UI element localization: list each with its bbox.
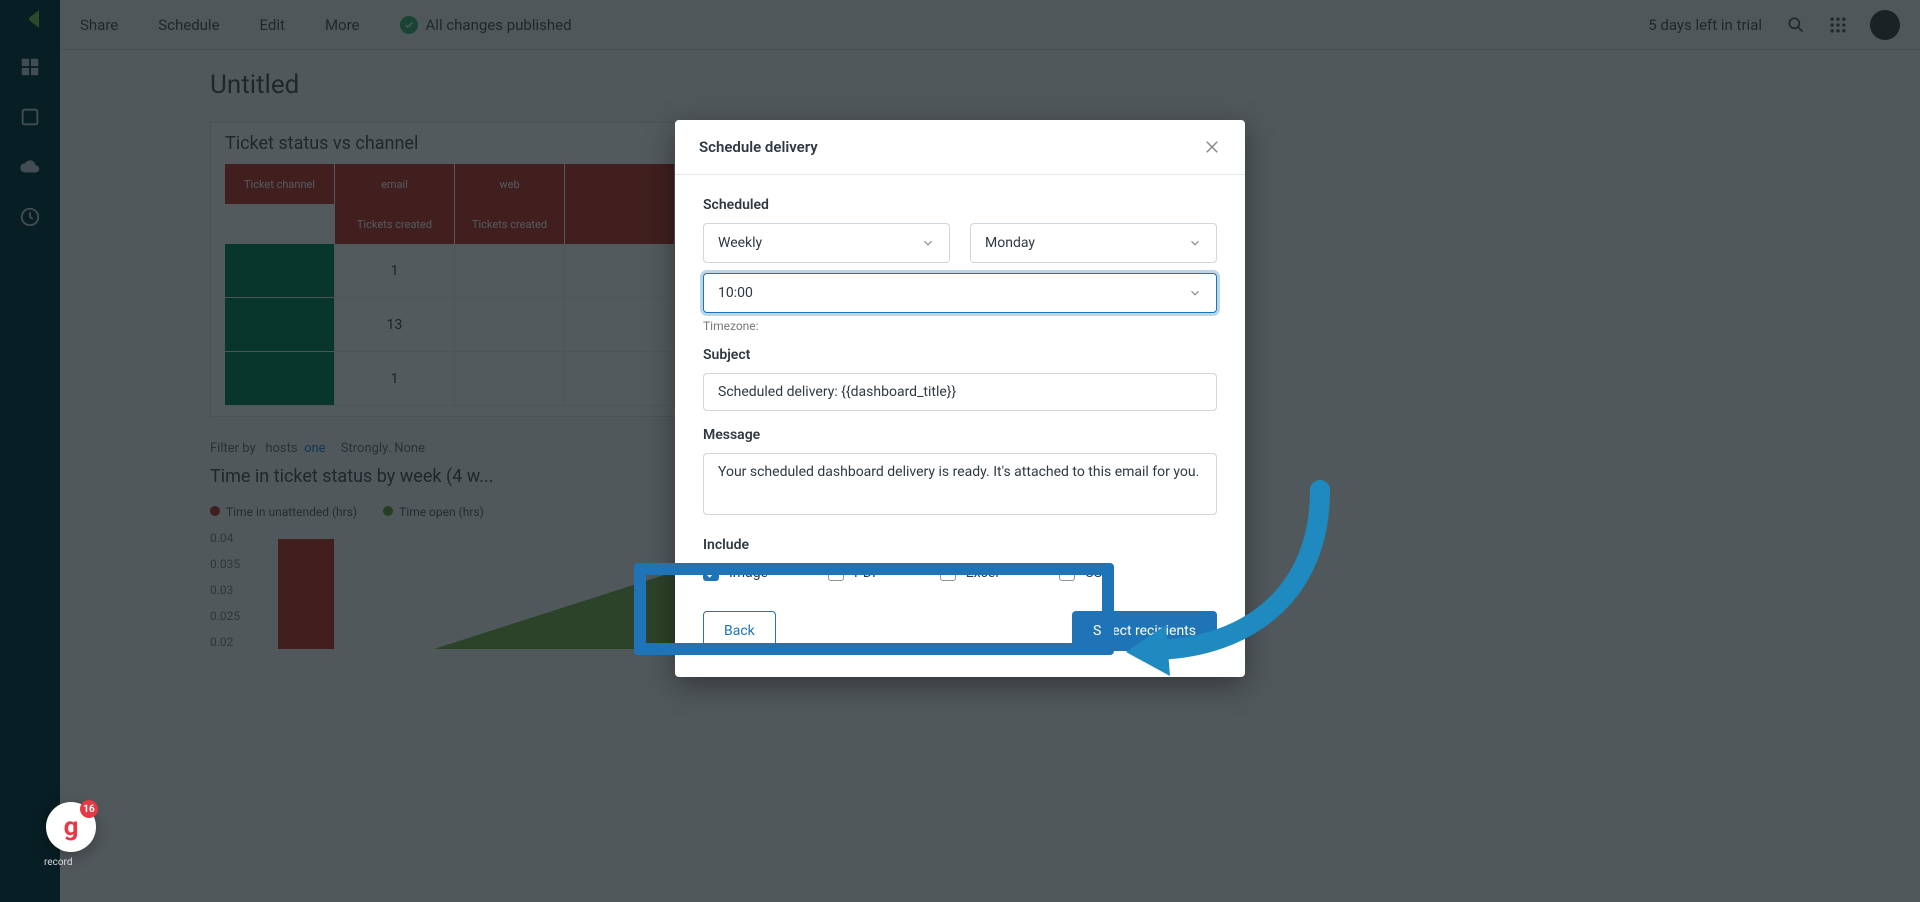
modal-title: Schedule delivery (699, 138, 818, 156)
checkbox-icon (703, 565, 719, 581)
chevron-down-icon (1188, 286, 1202, 300)
frequency-select[interactable]: Weekly (703, 223, 950, 263)
record-caption: record (44, 857, 72, 868)
include-image-checkbox[interactable]: Image (703, 565, 768, 581)
message-textarea[interactable] (703, 453, 1217, 515)
include-label: Include (703, 537, 1217, 553)
checkbox-icon (940, 565, 956, 581)
record-badge: 16 (80, 800, 98, 818)
checkbox-icon (1059, 565, 1075, 581)
schedule-delivery-modal: Schedule delivery Scheduled Weekly Monda… (675, 120, 1245, 677)
chevron-down-icon (921, 236, 935, 250)
checkbox-icon (828, 565, 844, 581)
day-select[interactable]: Monday (970, 223, 1217, 263)
time-select[interactable]: 10:00 (703, 273, 1217, 313)
scheduled-label: Scheduled (703, 197, 1217, 213)
back-button[interactable]: Back (703, 611, 776, 651)
include-pdf-checkbox[interactable]: PDF (828, 565, 880, 581)
include-csv-checkbox[interactable]: CSV (1059, 565, 1111, 581)
timezone-label: Timezone: (703, 319, 1217, 333)
chevron-down-icon (1188, 236, 1202, 250)
include-excel-checkbox[interactable]: Excel (940, 565, 999, 581)
include-block: Include Image PDF Excel CSV (703, 537, 1217, 581)
subject-input[interactable] (703, 373, 1217, 411)
select-recipients-button[interactable]: Select recipients (1072, 611, 1217, 651)
close-icon[interactable] (1203, 138, 1221, 156)
message-label: Message (703, 427, 1217, 443)
subject-label: Subject (703, 347, 1217, 363)
record-bubble[interactable]: g 16 (46, 802, 96, 852)
